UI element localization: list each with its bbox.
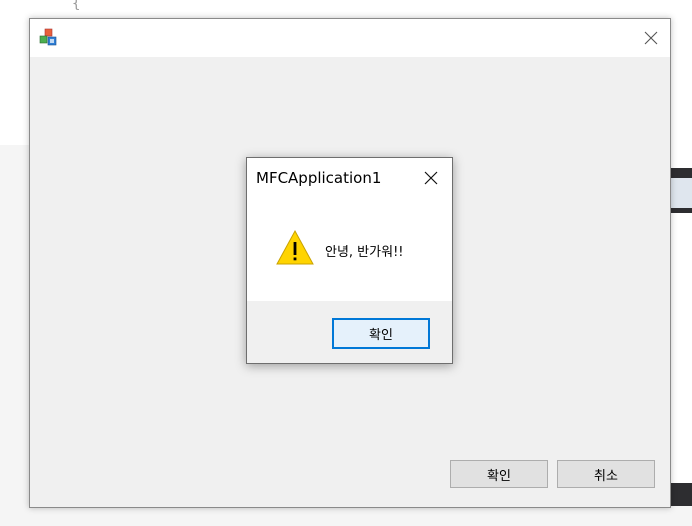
mfc-app-icon (39, 28, 57, 46)
editor-dark-strip (669, 168, 692, 506)
editor-strip-content (669, 213, 692, 483)
main-titlebar (30, 19, 670, 57)
message-box-ok-button[interactable]: 확인 (332, 318, 430, 349)
message-box-dialog: MFCApplication1 안녕, 반가워!! 확인 (246, 157, 453, 364)
code-brace-text: { (72, 0, 81, 12)
message-box-footer: 확인 (247, 301, 452, 363)
message-box-text: 안녕, 반가워!! (325, 245, 404, 260)
main-ok-button[interactable]: 확인 (450, 460, 548, 488)
main-close-button[interactable] (640, 27, 662, 49)
warning-icon (276, 229, 314, 265)
main-cancel-button[interactable]: 취소 (557, 460, 655, 488)
editor-side-panel (669, 145, 692, 168)
close-icon (644, 31, 658, 45)
editor-strip-header (669, 178, 692, 208)
close-icon (424, 171, 438, 185)
message-box-close-button[interactable] (420, 167, 442, 189)
message-box-title: MFCApplication1 (256, 169, 382, 187)
